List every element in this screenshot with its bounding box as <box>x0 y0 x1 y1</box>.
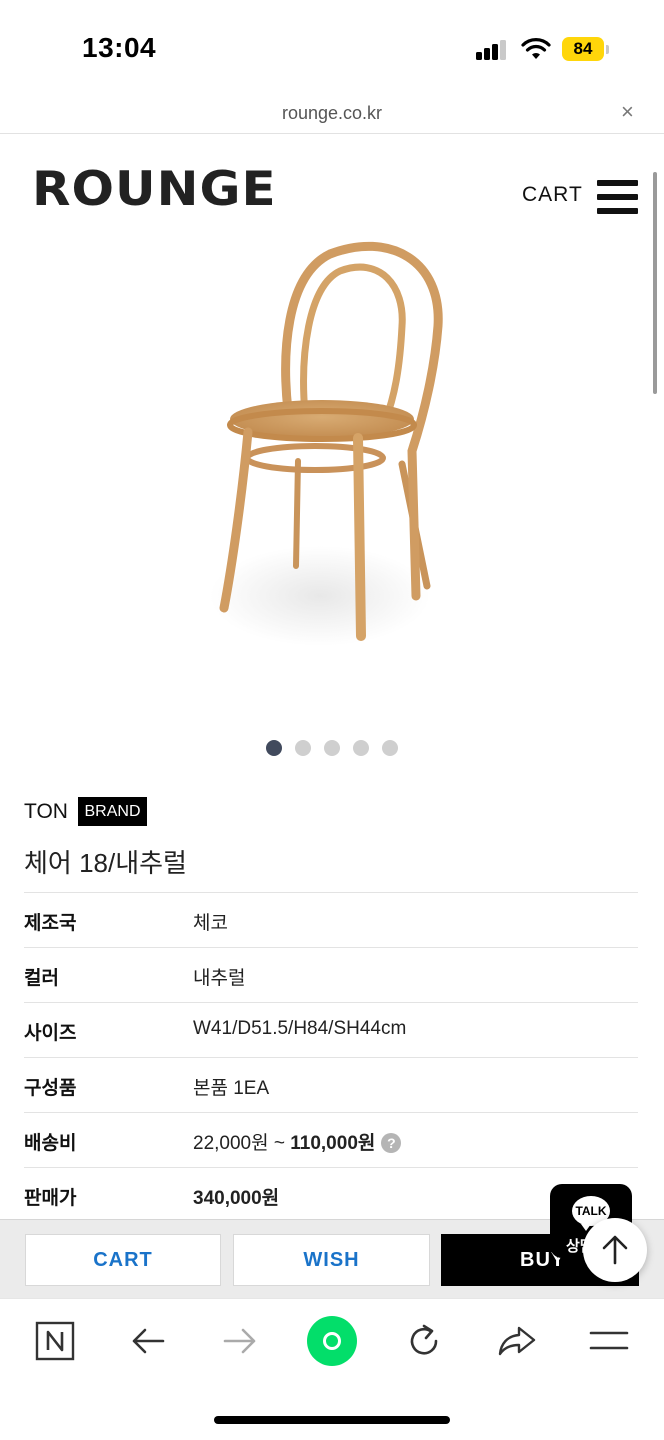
info-row-color: 컬러 내추럴 <box>24 948 638 1003</box>
cart-button[interactable]: CART <box>25 1234 221 1286</box>
info-label: 컬러 <box>24 968 59 989</box>
browser-toolbar <box>0 1298 664 1440</box>
gallery-dots <box>266 740 398 756</box>
info-label: 사이즈 <box>24 1023 77 1044</box>
product-title: 체어 18/내추럴 <box>24 848 187 878</box>
wish-button[interactable]: WISH <box>233 1234 430 1286</box>
share-icon[interactable] <box>495 1319 539 1363</box>
info-row-size: 사이즈 W41/D51.5/H84/SH44cm <box>24 1003 638 1058</box>
brand-badge[interactable]: BRAND <box>78 797 147 826</box>
header-cart-link[interactable]: CART <box>522 183 583 207</box>
forward-arrow-icon[interactable] <box>218 1319 262 1363</box>
info-value: 본품 1EA <box>193 1078 270 1099</box>
info-value: 340,000원 <box>193 1183 279 1210</box>
naver-n-icon[interactable] <box>33 1319 77 1363</box>
battery-indicator: 84 <box>562 37 604 61</box>
menu-icon-browser[interactable] <box>587 1319 631 1363</box>
gallery-dot[interactable] <box>266 740 282 756</box>
info-row-price: 판매가 340,000원 <box>24 1168 638 1223</box>
info-value: W41/D51.5/H84/SH44cm <box>193 1018 407 1039</box>
info-label: 배송비 <box>24 1133 77 1154</box>
status-bar: 13:04 84 <box>0 0 664 96</box>
scroll-top-button[interactable] <box>583 1218 647 1282</box>
info-value: 내추럴 <box>193 968 246 989</box>
gallery-dot[interactable] <box>295 740 311 756</box>
info-label: 제조국 <box>24 913 77 934</box>
info-row-shipping: 배송비 22,000원 ~ 110,000원? <box>24 1113 638 1168</box>
help-icon[interactable]: ? <box>381 1133 402 1153</box>
site-logo[interactable]: ROUNGE <box>32 161 277 216</box>
info-value: 22,000원 ~ 110,000원? <box>193 1128 402 1155</box>
info-row-origin: 제조국 체코 <box>24 893 638 948</box>
close-icon[interactable]: × <box>621 101 634 123</box>
battery-nub <box>606 45 609 54</box>
sale-price: 340,000원 <box>193 1188 280 1209</box>
bentwood-chair-image[interactable] <box>180 236 480 666</box>
refresh-icon[interactable] <box>402 1319 446 1363</box>
gallery-dot[interactable] <box>324 740 340 756</box>
url-text[interactable]: rounge.co.kr <box>0 103 664 124</box>
url-bar[interactable]: rounge.co.kr × <box>0 96 664 134</box>
home-indicator <box>214 1416 450 1424</box>
back-arrow-icon[interactable] <box>126 1319 170 1363</box>
shipping-fee-min: 22,000원 ~ <box>193 1133 291 1154</box>
gallery-dot[interactable] <box>353 740 369 756</box>
info-label: 판매가 <box>24 1188 77 1209</box>
gallery-dot[interactable] <box>382 740 398 756</box>
menu-icon[interactable] <box>597 180 638 214</box>
info-value: 체코 <box>193 913 228 934</box>
signal-icon <box>476 40 508 60</box>
wifi-icon <box>521 38 551 59</box>
naver-green-dot-button[interactable] <box>307 1316 357 1366</box>
shipping-fee-max: 110,000원 <box>290 1133 376 1154</box>
status-time: 13:04 <box>82 32 157 63</box>
arrow-up-icon <box>602 1235 628 1265</box>
brand-name[interactable]: TON <box>24 800 68 824</box>
scrollbar[interactable] <box>653 172 657 394</box>
info-row-components: 구성품 본품 1EA <box>24 1058 638 1113</box>
info-label: 구성품 <box>24 1078 77 1099</box>
product-info-table: 제조국 체코 컬러 내추럴 사이즈 W41/D51.5/H84/SH44cm 구… <box>24 892 638 1223</box>
